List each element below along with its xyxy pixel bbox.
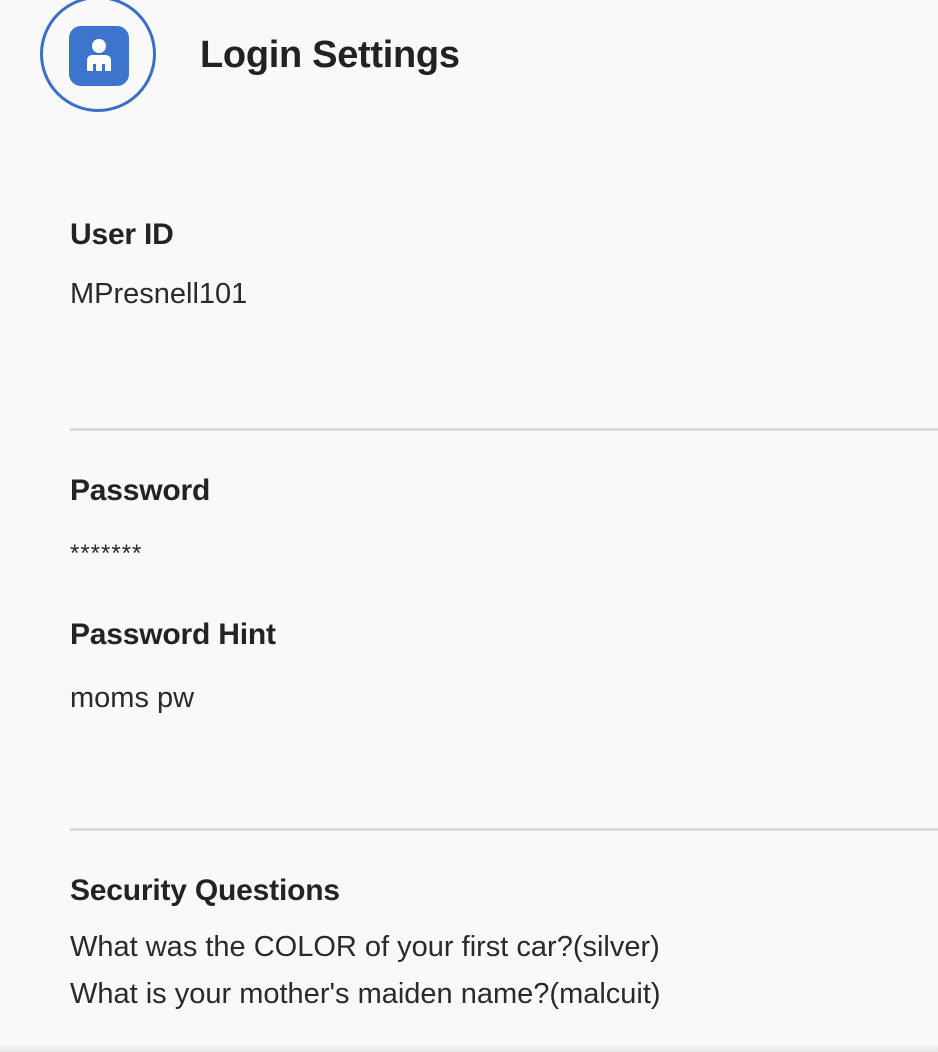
avatar	[40, 0, 156, 112]
login-settings-page: Login Settings User ID MPresnell101 Pass…	[0, 0, 938, 1052]
user-id-section: User ID MPresnell101	[70, 220, 938, 309]
security-questions-label: Security Questions	[70, 874, 340, 907]
page-header: Login Settings	[0, 0, 938, 130]
security-questions-list: What was the COLOR of your first car?(si…	[70, 924, 938, 1018]
page-title: Login Settings	[200, 34, 460, 76]
bottom-edge	[0, 1046, 938, 1052]
password-hint-label: Password Hint	[70, 618, 276, 651]
password-section: Password *******	[70, 476, 938, 566]
divider	[70, 828, 938, 831]
divider	[70, 428, 938, 431]
security-question-item: What is your mother's maiden name?(malcu…	[70, 978, 661, 1010]
password-hint-section: Password Hint moms pw	[70, 620, 938, 713]
user-id-label: User ID	[70, 218, 174, 251]
user-id-value: MPresnell101	[70, 278, 248, 310]
password-value: *******	[70, 540, 143, 567]
security-question-item: What was the COLOR of your first car?(si…	[70, 931, 660, 963]
password-hint-value: moms pw	[70, 682, 195, 714]
security-questions-section: Security Questions What was the COLOR of…	[70, 876, 938, 1018]
avatar-tile	[69, 26, 129, 86]
password-label: Password	[70, 474, 211, 507]
